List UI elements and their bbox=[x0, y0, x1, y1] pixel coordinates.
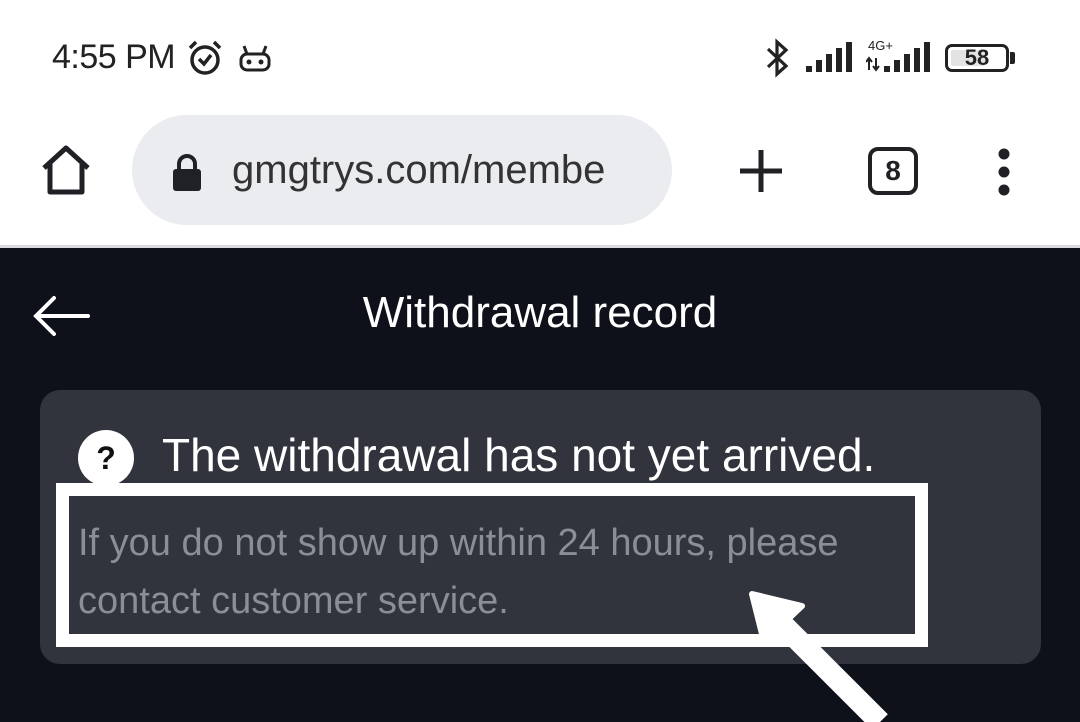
robot-icon bbox=[237, 42, 273, 79]
signal-icon bbox=[806, 42, 854, 79]
page-title: Withdrawal record bbox=[362, 288, 718, 337]
page-content: Withdrawal record ? The withdrawal has n… bbox=[0, 248, 1080, 722]
url-text[interactable]: gmgtrys.com/membe bbox=[232, 148, 652, 193]
lock-icon bbox=[170, 153, 204, 198]
battery-tip bbox=[1010, 52, 1015, 64]
question-icon: ? bbox=[78, 430, 134, 486]
alarm-icon bbox=[186, 39, 224, 82]
faq-title: The withdrawal has not yet arrived. bbox=[162, 429, 876, 481]
browser-toolbar: gmgtrys.com/membe 8 bbox=[0, 110, 1080, 248]
status-bar: 4:55 PM 4G+ 58 bbox=[0, 0, 1080, 110]
bluetooth-icon bbox=[764, 38, 792, 83]
battery-icon: 58 bbox=[945, 44, 1009, 72]
menu-icon[interactable] bbox=[996, 148, 1012, 201]
battery-level: 58 bbox=[964, 45, 990, 70]
address-bar[interactable]: gmgtrys.com/membe bbox=[132, 115, 672, 225]
home-icon[interactable] bbox=[38, 142, 94, 203]
annotation-arrow-icon bbox=[740, 586, 900, 722]
tabs-button[interactable]: 8 bbox=[868, 147, 918, 195]
signal-4g-icon bbox=[865, 38, 934, 79]
plus-icon[interactable] bbox=[738, 148, 784, 199]
status-time: 4:55 PM bbox=[52, 38, 176, 76]
